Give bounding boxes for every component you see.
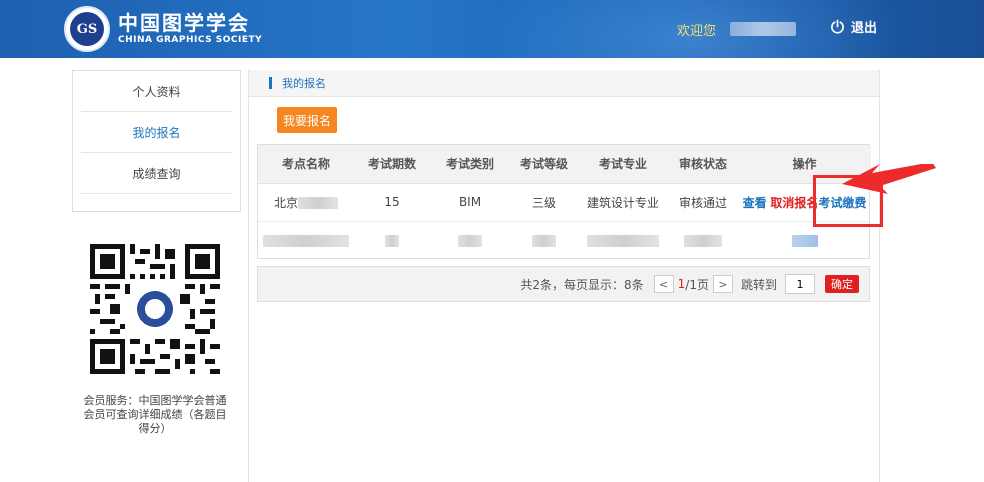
- cell-site: 北京: [258, 183, 354, 222]
- table-row: [258, 221, 871, 259]
- power-icon: [831, 19, 844, 34]
- col-header-status: 审核状态: [668, 145, 738, 184]
- redacted-text: [684, 234, 722, 247]
- cell-major: 建筑设计专业: [578, 183, 668, 222]
- col-header-level: 考试等级: [510, 145, 578, 184]
- cell-status: 审核通过: [668, 183, 738, 222]
- site-logo[interactable]: GS 中国图学学会 CHINA GRAPHICS SOCIETY: [64, 6, 262, 52]
- next-page-button[interactable]: >: [712, 275, 733, 293]
- cell-major: [578, 221, 668, 259]
- cell-status: [668, 221, 738, 259]
- sidebar-item-label: 个人资料: [132, 84, 181, 99]
- sidebar-menu: 个人资料 我的报名 成绩查询: [72, 70, 241, 212]
- qr-code-icon: [90, 244, 220, 374]
- cell-level: 三级: [510, 183, 578, 222]
- current-page: 1: [677, 277, 686, 291]
- logo-title-cn: 中国图学学会: [118, 11, 250, 35]
- logout-button[interactable]: 退出: [830, 17, 877, 36]
- annotation-arrow-icon: [842, 164, 936, 194]
- table-header-row: 考点名称 考试期数 考试类别 考试等级 考试专业 审核状态 操作: [258, 145, 871, 184]
- redacted-link[interactable]: [791, 234, 818, 247]
- redacted-text: [458, 234, 482, 247]
- site-text: 北京: [273, 195, 298, 210]
- content-right-border: [879, 70, 880, 482]
- sidebar-item-label: 我的报名: [132, 125, 181, 140]
- goto-label: 跳转到: [740, 277, 777, 292]
- cell-site: [258, 221, 354, 259]
- cancel-registration-link[interactable]: 取消报名: [770, 196, 818, 210]
- pagination: 共2条，每页显示：8条 < 1/1页 > 跳转到 确定: [257, 266, 870, 302]
- redacted-text: [385, 234, 399, 247]
- goto-page-input[interactable]: [785, 274, 815, 294]
- logo-title-en: CHINA GRAPHICS SOCIETY: [118, 35, 263, 45]
- redacted-text: [532, 234, 556, 247]
- breadcrumb-label: 我的报名: [282, 77, 326, 90]
- goto-confirm-button[interactable]: 确定: [825, 275, 859, 293]
- table-row: 北京 15 BIM 三级 建筑设计专业 审核通过 查看 取消报名考试缴费: [258, 183, 871, 222]
- total-pages: /1页: [685, 277, 709, 292]
- cell-period: [354, 221, 430, 259]
- prev-page-button[interactable]: <: [653, 275, 674, 293]
- sidebar-item-my-registrations[interactable]: 我的报名: [81, 112, 232, 153]
- cell-period: 15: [354, 183, 430, 222]
- view-link[interactable]: 查看: [743, 196, 767, 210]
- registration-table: 考点名称 考试期数 考试类别 考试等级 考试专业 审核状态 操作 北京 15 B…: [257, 144, 871, 259]
- pagination-summary: 共2条，每页显示：8条: [520, 277, 644, 292]
- sidebar-item-profile[interactable]: 个人资料: [81, 71, 232, 112]
- logo-mark: GS: [70, 12, 104, 46]
- cell-category: [430, 221, 510, 259]
- site-header: GS 中国图学学会 CHINA GRAPHICS SOCIETY 欢迎您 退出: [0, 0, 984, 58]
- redacted-text: [587, 234, 659, 247]
- col-header-category: 考试类别: [430, 145, 510, 184]
- member-service-note: 会员服务：中国图学学会普通会员可查询详细成绩（各题目得分）: [83, 394, 227, 435]
- logout-label: 退出: [851, 21, 878, 36]
- logo-emblem-icon: GS: [64, 6, 110, 52]
- apply-button[interactable]: 我要报名: [277, 107, 337, 133]
- sidebar-item-score-query[interactable]: 成绩查询: [81, 153, 232, 194]
- cell-category: BIM: [430, 183, 510, 222]
- redacted-text: [298, 197, 338, 209]
- col-header-site: 考点名称: [258, 145, 354, 184]
- cell-level: [510, 221, 578, 259]
- col-header-major: 考试专业: [578, 145, 668, 184]
- breadcrumb: 我的报名: [249, 70, 879, 97]
- redacted-text: [263, 234, 349, 247]
- username-redacted: [730, 22, 796, 36]
- col-header-period: 考试期数: [354, 145, 430, 184]
- content-divider: [248, 70, 249, 482]
- breadcrumb-marker: [269, 77, 272, 89]
- welcome-text: 欢迎您: [677, 24, 717, 39]
- sidebar-item-label: 成绩查询: [132, 166, 181, 181]
